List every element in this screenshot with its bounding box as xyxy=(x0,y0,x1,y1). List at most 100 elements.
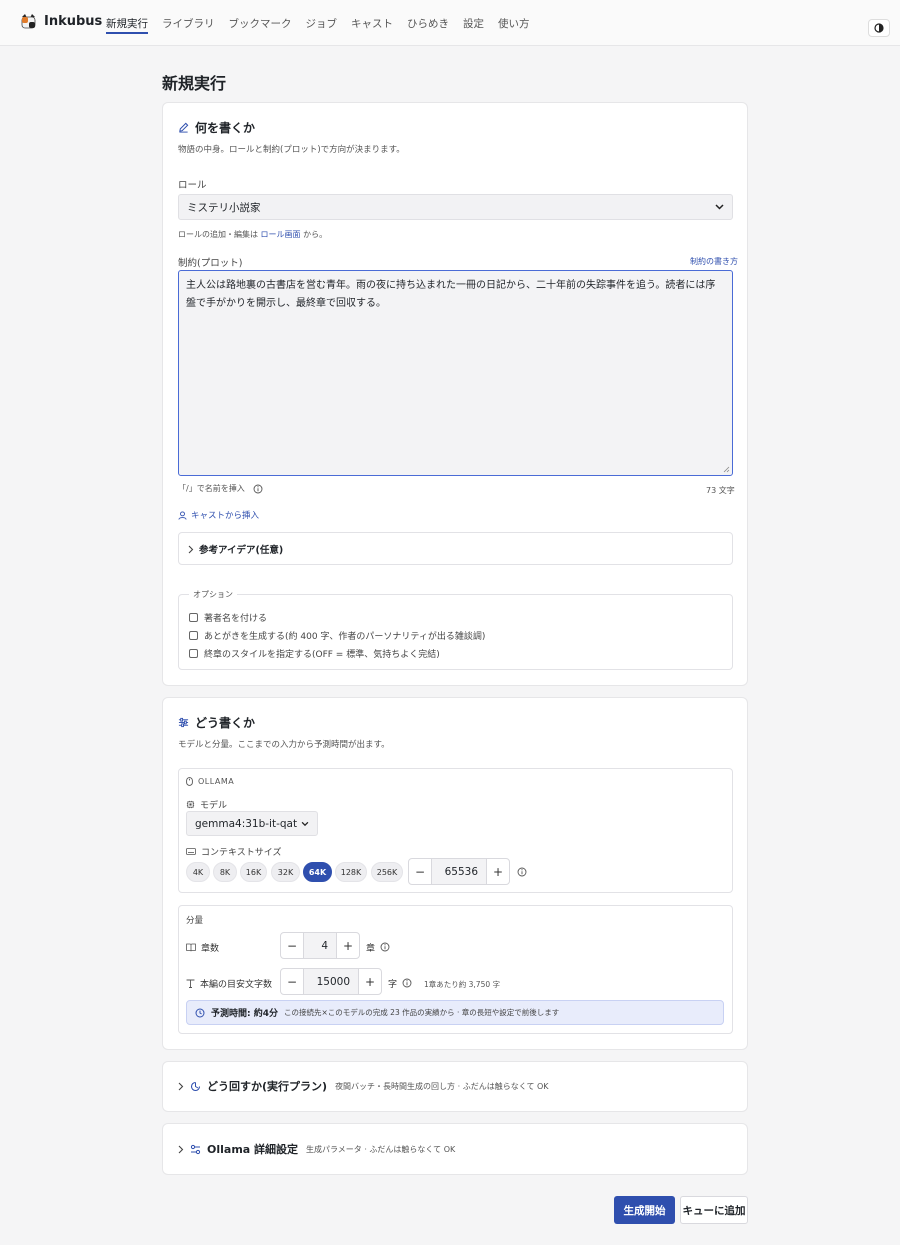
context-label-row: コンテキストサイズ xyxy=(186,845,281,858)
context-label: コンテキストサイズ xyxy=(201,848,282,858)
role-select[interactable]: ミステリ小説家 xyxy=(178,194,733,220)
how-card-header: どう書くか xyxy=(178,714,255,731)
how-card-subtitle: モデルと分量。ここまでの入力から予測時間が出ます。 xyxy=(178,740,390,750)
options-fieldset: オプション 著者名を付ける あとがきを生成する(約 400 字、作者のパーソナリ… xyxy=(178,589,733,670)
info-icon[interactable] xyxy=(517,867,527,877)
ollama-header[interactable]: Ollama 詳細設定 生成パラメータ · ふだんは触らなくて OK xyxy=(178,1141,455,1157)
chapters-row: 章数 xyxy=(186,941,219,954)
role-select-value: ミステリ小説家 xyxy=(187,201,261,214)
clock-icon xyxy=(195,1008,205,1017)
per-chapter-estimate: 1章あたり約 3,750 字 xyxy=(424,980,501,989)
length-row: 本編の目安文字数 xyxy=(186,977,272,990)
context-chip-32k[interactable]: 32K xyxy=(271,862,300,882)
info-icon[interactable] xyxy=(380,942,390,952)
plot-textarea[interactable]: 主人公は路地裏の古書店を営む青年。雨の夜に持ち込まれた一冊の日記から、二十年前の… xyxy=(178,270,733,476)
context-stepper: − 65536 + xyxy=(408,858,510,885)
options-legend: オプション xyxy=(189,589,237,600)
estimate-detail: この接続先×このモデルの完成 23 作品の実績から · 章の長短や設定で前後しま… xyxy=(284,1008,560,1017)
context-decrement-button[interactable]: − xyxy=(409,859,431,884)
ollama-title: Ollama 詳細設定 xyxy=(207,1143,299,1156)
nav-library[interactable]: ライブラリ xyxy=(162,0,215,46)
chapters-label: 章数 xyxy=(201,944,220,954)
theme-toggle-button[interactable] xyxy=(868,19,890,37)
length-value[interactable]: 15000 xyxy=(303,969,359,994)
contrast-icon xyxy=(874,23,884,33)
char-count: 73 文字 xyxy=(706,486,735,495)
start-generation-button[interactable]: 生成開始 xyxy=(614,1196,675,1224)
what-card-subtitle: 物語の中身。ロールと制約(プロット)で方向が決まります。 xyxy=(178,145,405,155)
ideas-collapsible[interactable]: 参考アイデア(任意) xyxy=(178,532,733,565)
insert-hint-text: 「/」で名前を挿入 xyxy=(178,484,245,493)
ollama-subtitle: 生成パラメータ · ふだんは触らなくて OK xyxy=(306,1144,456,1154)
option-label: 終章のスタイルを指定する(OFF = 標準、気持ちよく完結) xyxy=(204,650,440,660)
context-chip-128k[interactable]: 128K xyxy=(335,862,367,882)
chapters-stepper: − 4 + xyxy=(280,932,360,959)
option-ending-style[interactable]: 終章のスタイルを指定する(OFF = 標準、気持ちよく完結) xyxy=(189,647,440,660)
context-chip-64k[interactable]: 64K xyxy=(303,862,332,882)
ideas-label: 参考アイデア(任意) xyxy=(199,545,284,556)
chapters-value[interactable]: 4 xyxy=(303,933,337,958)
chapters-increment-button[interactable]: + xyxy=(337,933,359,958)
plan-header[interactable]: どう回すか(実行プラン) 夜間バッチ・長時間生成の回し方 · ふだんは触らなくて… xyxy=(178,1078,549,1094)
plan-subtitle: 夜間バッチ・長時間生成の回し方 · ふだんは触らなくて OK xyxy=(335,1081,549,1091)
nav-new-run[interactable]: 新規実行 xyxy=(106,0,148,46)
context-chip-4k[interactable]: 4K xyxy=(186,862,210,882)
nav-bookmarks[interactable]: ブックマーク xyxy=(229,0,292,46)
nav-help[interactable]: 使い方 xyxy=(498,0,530,46)
length-decrement-button[interactable]: − xyxy=(281,969,303,994)
sliders-icon xyxy=(178,717,189,728)
option-afterword[interactable]: あとがきを生成する(約 400 字、作者のパーソナリティが出る雑談調) xyxy=(189,629,485,642)
option-author-name[interactable]: 著者名を付ける xyxy=(189,611,267,624)
what-card-header: 何を書くか xyxy=(178,119,255,136)
keyboard-icon xyxy=(186,848,196,855)
role-label: ロール xyxy=(178,180,207,191)
cat-logo-icon xyxy=(20,13,37,30)
provider-name: OLLAMA xyxy=(198,777,235,786)
chapters-decrement-button[interactable]: − xyxy=(281,933,303,958)
context-chip-256k[interactable]: 256K xyxy=(371,862,403,882)
option-label: あとがきを生成する(約 400 字、作者のパーソナリティが出る雑談調) xyxy=(204,632,486,642)
model-select[interactable]: gemma4:31b-it-qat xyxy=(186,811,318,836)
info-icon[interactable] xyxy=(253,484,263,494)
plot-help-link[interactable]: 制約の書き方 xyxy=(690,256,738,267)
role-page-link[interactable]: ロール画面 xyxy=(261,230,301,239)
volume-label: 分量 xyxy=(186,916,204,926)
mouse-icon xyxy=(186,777,193,786)
context-chip-8k[interactable]: 8K xyxy=(213,862,237,882)
role-hint-suffix: から。 xyxy=(303,230,328,239)
context-increment-button[interactable]: + xyxy=(487,859,509,884)
nav-jobs[interactable]: ジョブ xyxy=(306,0,338,46)
chevron-right-icon xyxy=(178,1145,184,1153)
add-to-queue-button[interactable]: キューに追加 xyxy=(680,1196,748,1224)
author-name-checkbox[interactable] xyxy=(189,613,198,622)
length-stepper: − 15000 + xyxy=(280,968,382,995)
page-title: 新規実行 xyxy=(162,74,227,93)
role-hint-prefix: ロールの追加・編集は xyxy=(178,230,258,239)
refresh-timer-icon xyxy=(190,1081,201,1091)
plot-text: 主人公は路地裏の古書店を営む青年。雨の夜に持ち込まれた一冊の日記から、二十年前の… xyxy=(186,280,716,309)
cast-insert-button[interactable]: キャストから挿入 xyxy=(178,509,259,521)
context-chip-16k[interactable]: 16K xyxy=(240,862,267,882)
nav-ideas[interactable]: ひらめき xyxy=(407,0,449,46)
text-type-icon xyxy=(186,979,195,988)
insert-hint: 「/」で名前を挿入 xyxy=(178,483,263,494)
length-increment-button[interactable]: + xyxy=(359,969,381,994)
model-select-value: gemma4:31b-it-qat xyxy=(195,817,298,830)
ending-style-checkbox[interactable] xyxy=(189,649,198,658)
nav-cast[interactable]: キャスト xyxy=(351,0,393,46)
resize-handle-icon[interactable] xyxy=(723,466,730,473)
context-value[interactable]: 65536 xyxy=(431,859,487,884)
length-label: 本編の目安文字数 xyxy=(200,980,273,990)
brand[interactable]: Inkubus xyxy=(20,13,102,30)
option-label: 著者名を付ける xyxy=(204,614,268,624)
chevron-right-icon xyxy=(188,545,194,554)
pencil-icon xyxy=(179,122,189,133)
role-hint: ロールの追加・編集は ロール画面 から。 xyxy=(178,229,327,240)
model-label: モデル xyxy=(200,801,228,811)
main-nav: 新規実行 ライブラリ ブックマーク ジョブ キャスト ひらめき 設定 使い方 xyxy=(106,0,530,46)
info-icon[interactable] xyxy=(402,978,412,988)
nav-settings[interactable]: 設定 xyxy=(463,0,484,46)
afterword-checkbox[interactable] xyxy=(189,631,198,640)
chapters-unit: 章 xyxy=(366,944,376,954)
chevron-down-icon xyxy=(715,204,724,210)
